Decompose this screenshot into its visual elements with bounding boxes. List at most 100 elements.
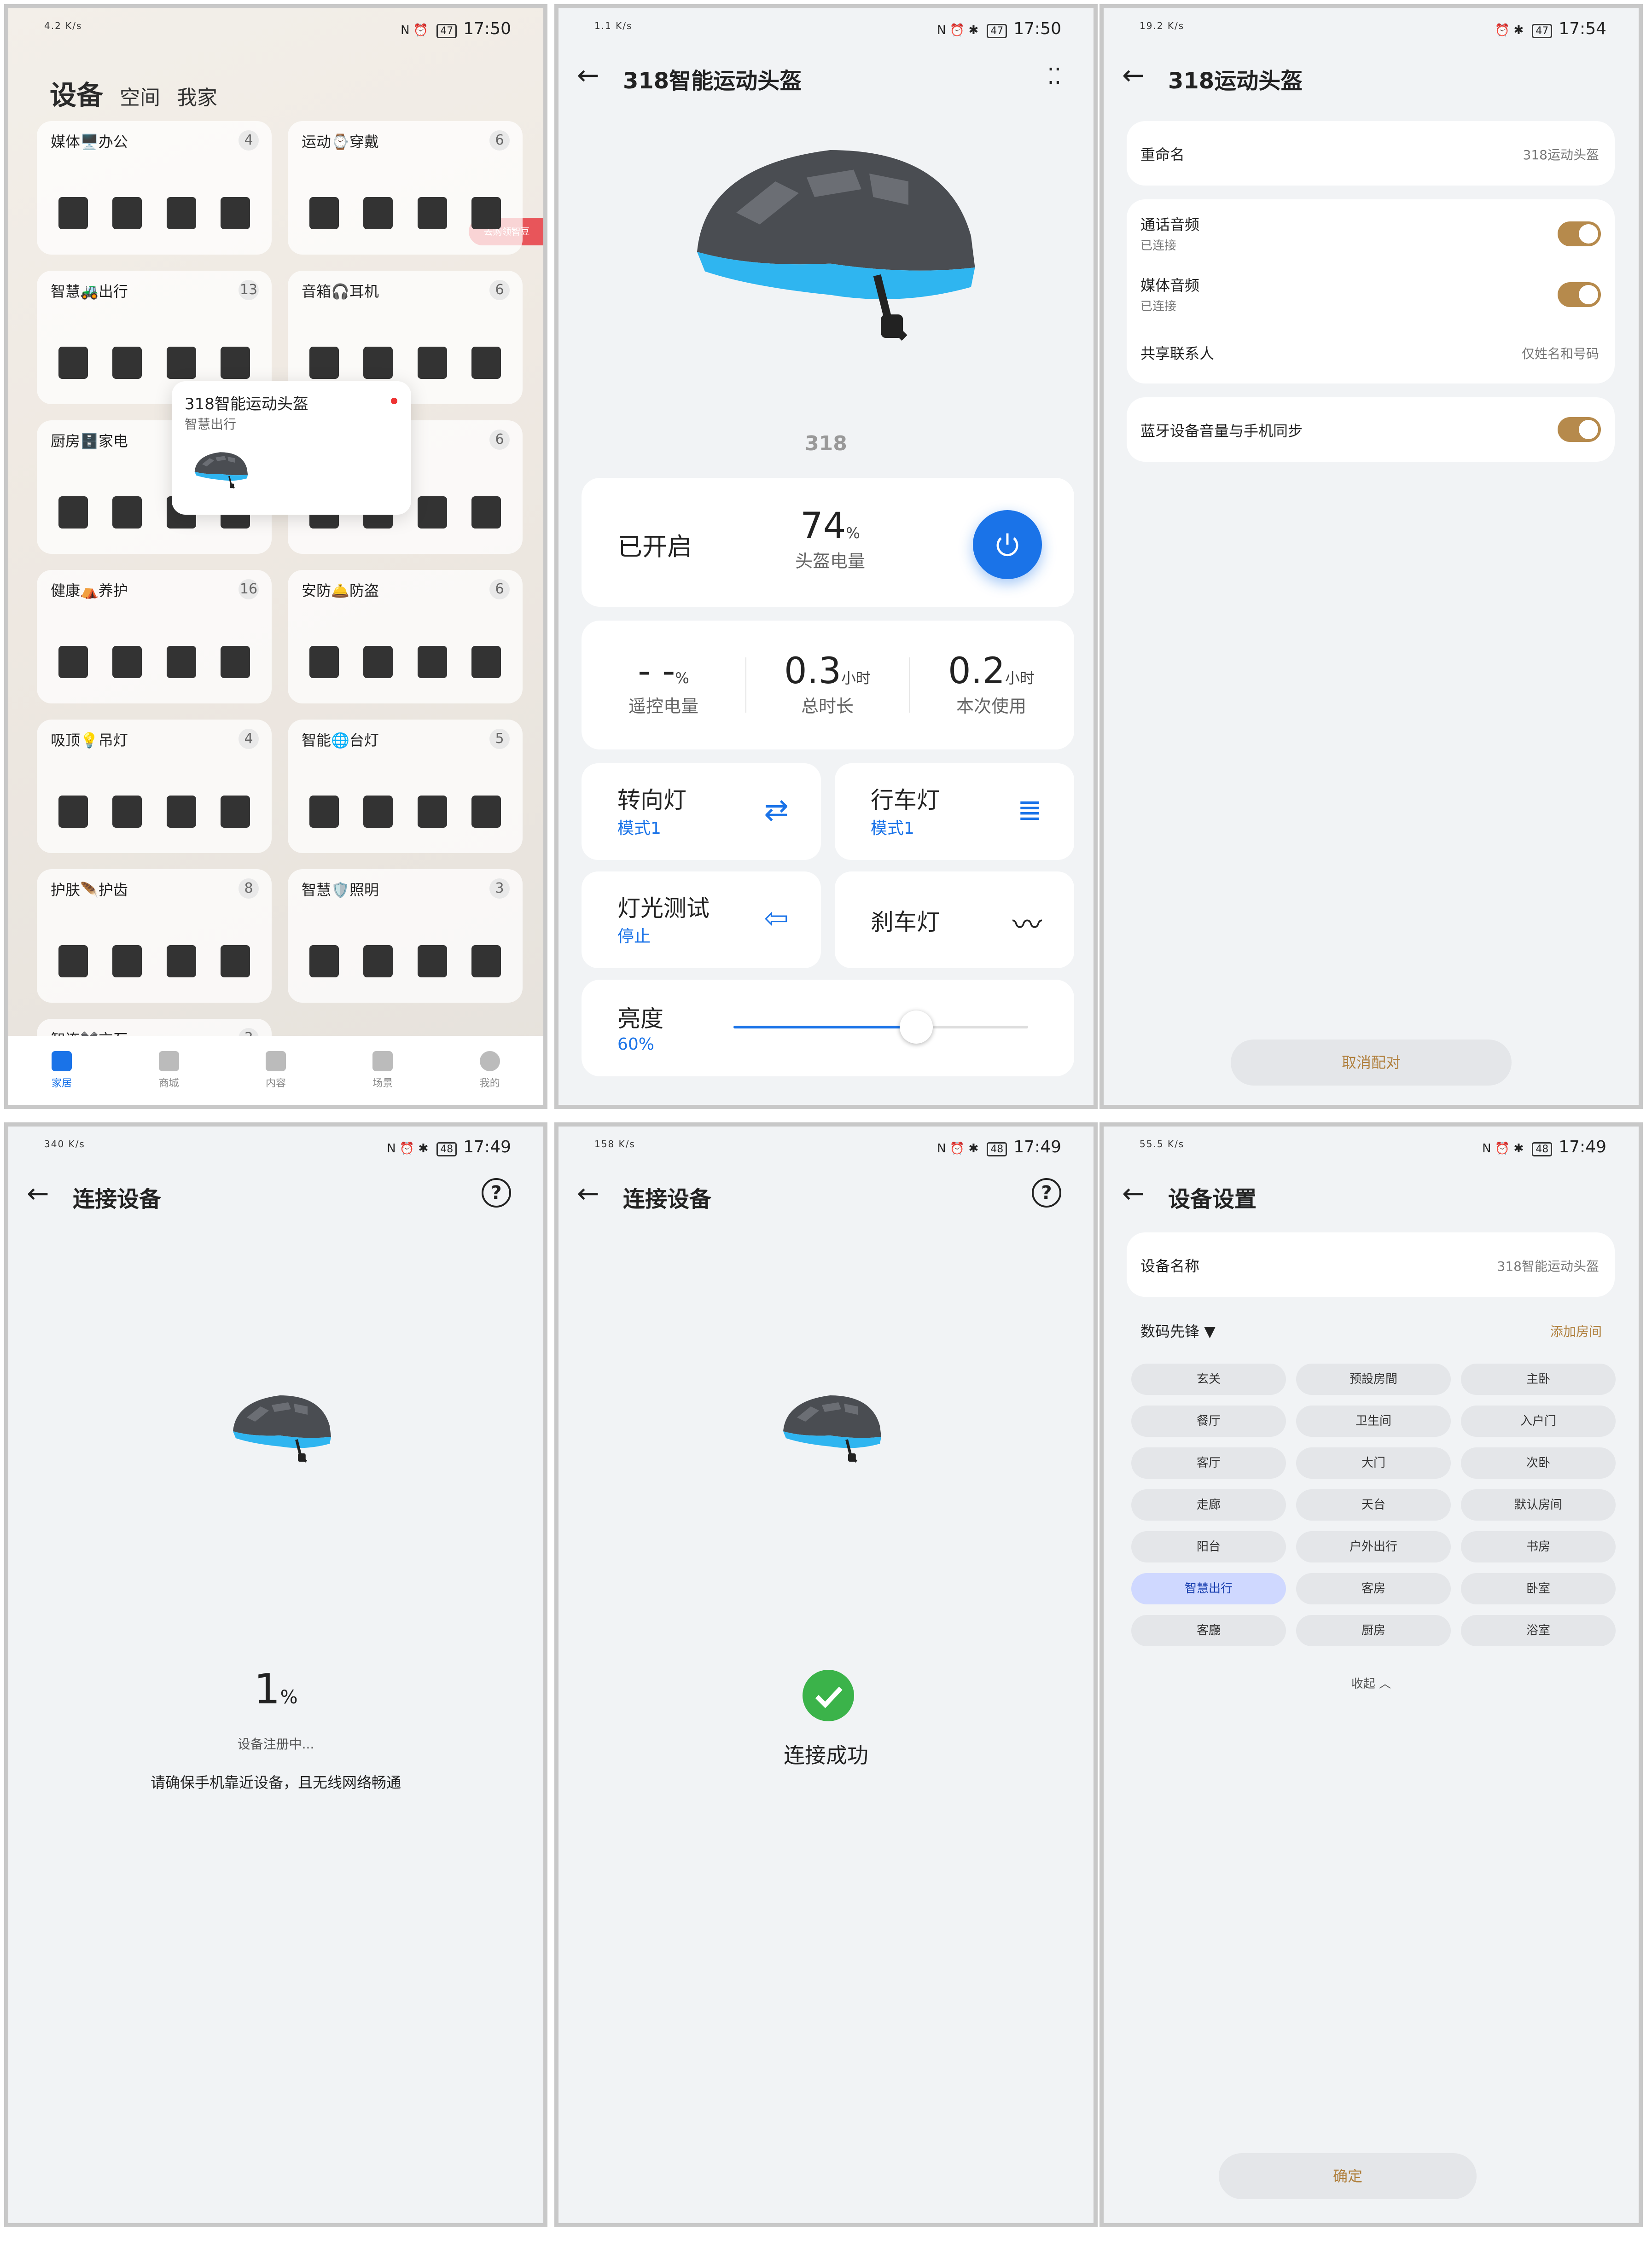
help-icon[interactable]: ?: [1032, 1178, 1061, 1208]
room-chip[interactable]: 客廳: [1131, 1615, 1286, 1646]
media-audio-toggle[interactable]: [1558, 282, 1601, 307]
device-group-card[interactable]: 智能🌐台灯 5: [288, 720, 523, 853]
stat-value: - -: [638, 651, 675, 692]
page-title: 设备设置: [1168, 1186, 1257, 1212]
page-title: 318智能运动头盔: [623, 68, 802, 94]
stat-unit: %: [675, 669, 689, 687]
tile-title: 灯光测试: [617, 895, 710, 922]
control-tile[interactable]: 灯光测试 停止 ⇦: [582, 871, 821, 968]
room-chip[interactable]: 餐厅: [1131, 1406, 1286, 1437]
group-selector[interactable]: 数码先锋 ▼: [1140, 1320, 1216, 1341]
add-room-link[interactable]: 添加房间: [1550, 1322, 1602, 1340]
device-popup[interactable]: 318智能运动头盔 智慧出行: [172, 381, 411, 515]
contacts-value[interactable]: 仅姓名和号码: [1522, 344, 1599, 362]
device-name-row[interactable]: 设备名称 318智能运动头盔: [1127, 1232, 1615, 1297]
call-audio-label: 通话音频: [1140, 216, 1200, 233]
stat-label: 总时长: [801, 696, 854, 716]
back-arrow-icon[interactable]: ←: [577, 1179, 599, 1207]
battery-icon: 48: [987, 1142, 1007, 1156]
control-tile[interactable]: 行车灯模式1 ≣: [835, 763, 1074, 860]
battery-icon: 47: [987, 24, 1007, 38]
sync-row: 蓝牙设备音量与手机同步: [1127, 397, 1615, 462]
nav-scenes[interactable]: 场景: [355, 1051, 410, 1090]
group-count: 4: [238, 729, 259, 749]
back-arrow-icon[interactable]: ←: [1122, 61, 1145, 89]
device-group-card[interactable]: 护肤🪶护齿 8: [37, 869, 272, 1003]
room-chip[interactable]: 客房: [1296, 1573, 1451, 1604]
device-thumbnails: [46, 791, 262, 832]
popup-subtitle: 智慧出行: [185, 417, 237, 432]
network-speed: 1.1 K/s: [594, 20, 633, 31]
group-count: 3: [489, 878, 510, 899]
control-tile[interactable]: 刹车灯 〰: [835, 871, 1074, 968]
sync-toggle[interactable]: [1558, 417, 1601, 442]
device-thumbnails: [46, 641, 262, 683]
nav-store[interactable]: 商城: [141, 1051, 197, 1090]
battery-icon: 47: [1532, 24, 1553, 38]
control-tile[interactable]: 转向灯 模式1 ⇄: [582, 763, 821, 860]
device-group-card[interactable]: 运动⌚穿戴 6: [288, 121, 523, 255]
room-chip[interactable]: 卫生间: [1296, 1406, 1451, 1437]
tile-title: 转向灯: [617, 787, 686, 813]
room-chip[interactable]: 阳台: [1131, 1531, 1286, 1562]
room-chip[interactable]: 卧室: [1461, 1573, 1616, 1604]
unpair-button[interactable]: 取消配对: [1231, 1040, 1512, 1086]
power-card: 已开启 74% 头盔电量: [582, 478, 1074, 607]
room-chip[interactable]: 默认房间: [1461, 1489, 1616, 1521]
group-count: 6: [489, 579, 510, 599]
nav-me[interactable]: 我的: [462, 1051, 518, 1090]
room-chip[interactable]: 户外出行: [1296, 1531, 1451, 1562]
device-group-card[interactable]: 智慧🛡️照明 3: [288, 869, 523, 1003]
room-chip[interactable]: 书房: [1461, 1531, 1616, 1562]
slider-thumb[interactable]: [899, 1011, 933, 1044]
status-icons: N ⏰ ✱: [937, 23, 979, 37]
room-chip[interactable]: 玄关: [1131, 1364, 1286, 1395]
battery-icon: 47: [436, 24, 457, 38]
power-button[interactable]: [973, 510, 1042, 579]
room-chip[interactable]: 客厅: [1131, 1447, 1286, 1479]
network-speed: 19.2 K/s: [1140, 20, 1185, 31]
stat-item: 0.3小时 总时长: [745, 651, 909, 717]
back-arrow-icon[interactable]: ←: [27, 1179, 49, 1207]
collapse-link[interactable]: 收起 ︿: [1104, 1674, 1639, 1691]
clock: 17:50: [463, 19, 511, 38]
room-chip[interactable]: 走廊: [1131, 1489, 1286, 1521]
device-group-card[interactable]: 健康⛺养护 16: [37, 570, 272, 703]
rename-row[interactable]: 重命名 318运动头盔: [1127, 121, 1615, 186]
status-icons: ⏰ ✱: [1495, 23, 1524, 37]
nav-home[interactable]: 家居: [34, 1051, 89, 1090]
group-title: 媒体🖥️办公: [51, 133, 128, 151]
back-arrow-icon[interactable]: ←: [577, 61, 599, 89]
room-chip[interactable]: 厨房: [1296, 1615, 1451, 1646]
confirm-button[interactable]: 确定: [1219, 2153, 1477, 2199]
status-dot: [391, 398, 397, 404]
tile-subtitle: 模式1: [871, 819, 914, 838]
headlight-icon: ≣: [1017, 793, 1042, 827]
tab-devices[interactable]: 设备: [50, 80, 103, 111]
room-chip[interactable]: 大门: [1296, 1447, 1451, 1479]
room-chip[interactable]: 天台: [1296, 1489, 1451, 1521]
room-chip[interactable]: 智慧出行: [1131, 1573, 1286, 1604]
group-title: 健康⛺养护: [51, 582, 128, 599]
tab-spaces[interactable]: 空间: [120, 86, 160, 110]
back-arrow-icon[interactable]: ←: [1122, 1179, 1145, 1207]
room-chip[interactable]: 主卧: [1461, 1364, 1616, 1395]
tile-title: 行车灯: [871, 787, 940, 813]
room-chip[interactable]: 预設房間: [1296, 1364, 1451, 1395]
call-audio-toggle[interactable]: [1558, 221, 1601, 246]
room-chip[interactable]: 入户门: [1461, 1406, 1616, 1437]
room-chip[interactable]: 浴室: [1461, 1615, 1616, 1646]
device-thumbnails: [46, 941, 262, 982]
device-group-card[interactable]: 吸顶💡吊灯 4: [37, 720, 272, 853]
play-icon: [265, 1051, 286, 1071]
device-group-card[interactable]: 媒体🖥️办公 4: [37, 121, 272, 255]
room-chip[interactable]: 次卧: [1461, 1447, 1616, 1479]
tab-my-home[interactable]: 我家: [177, 86, 217, 110]
more-icon[interactable]: ⁚⁚: [1047, 64, 1061, 89]
clock: 17:49: [1559, 1138, 1606, 1156]
brightness-slider[interactable]: [733, 1011, 1028, 1044]
device-group-card[interactable]: 安防🛎️防盗 6: [288, 570, 523, 703]
nav-content[interactable]: 内容: [248, 1051, 303, 1090]
help-icon[interactable]: ?: [482, 1178, 511, 1208]
battery-unit: %: [846, 524, 860, 542]
